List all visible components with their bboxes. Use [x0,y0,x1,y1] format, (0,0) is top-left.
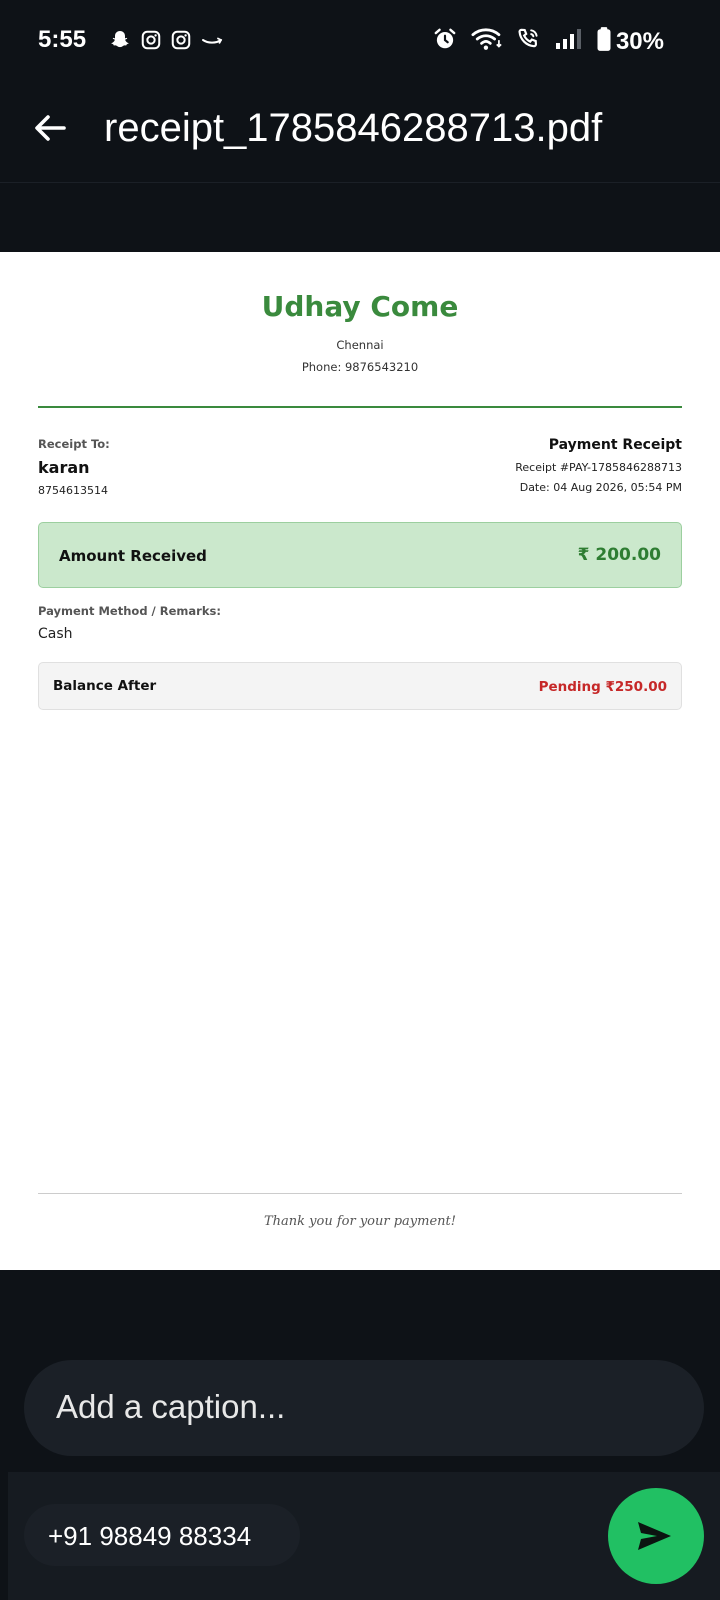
alarm-icon [432,26,458,57]
balance-box: Balance After Pending ₹250.00 [38,662,682,710]
footer-divider [38,1193,682,1194]
battery-icon [596,26,612,57]
amount-received-box: Amount Received ₹ 200.00 [38,522,682,588]
amount-label: Amount Received [59,547,207,565]
app-bar: receipt_1785846288713.pdf [0,84,720,184]
signal-icon [554,27,584,56]
amazon-icon [200,28,224,57]
instagram-icon [170,29,192,56]
wifi-icon [470,26,504,57]
battery-indicator: 30% [596,26,664,57]
header-divider [38,406,682,408]
notification-icons [108,28,224,57]
receipt-to-label: Receipt To: [38,437,110,451]
recipient-label: +91 98849 88334 [48,1521,252,1551]
customer-name: karan [38,458,90,477]
wifi-calling-icon [516,26,542,57]
status-bar: 5:55 30% [0,0,720,84]
battery-percentage: 30% [615,27,664,55]
system-icons: 30% [432,26,664,57]
snapchat-icon [108,28,132,57]
thank-you-note: Thank you for your payment! [264,1214,456,1229]
caption-placeholder: Add a caption... [56,1388,286,1425]
payment-method-label: Payment Method / Remarks: [38,604,221,618]
amount-value: ₹ 200.00 [577,545,661,565]
receipt-number: Receipt #PAY-1785846288713 [515,461,682,474]
balance-value: Pending ₹250.00 [538,679,667,695]
business-name: Udhay Come [261,290,459,323]
business-phone: Phone: 9876543210 [301,360,419,374]
receipt-date: Date: 04 Aug 2026, 05:54 PM [519,481,682,494]
send-icon [632,1514,676,1558]
divider [0,182,720,183]
file-title: receipt_1785846288713.pdf [104,106,603,150]
status-time: 5:55 [38,26,87,53]
instagram-icon [140,29,162,56]
customer-phone: 8754613514 [38,484,108,497]
payment-method-value: Cash [38,626,73,642]
receipt-title: Payment Receipt [548,437,682,453]
pdf-preview[interactable]: Udhay Come Chennai Phone: 9876543210 Rec… [0,252,720,1270]
business-city: Chennai [336,338,384,352]
back-arrow-icon[interactable] [30,108,70,148]
balance-label: Balance After [53,678,157,694]
caption-input[interactable]: Add a caption... [24,1360,704,1456]
recipient-chip[interactable]: +91 98849 88334 [24,1504,300,1566]
send-button[interactable] [608,1488,704,1584]
